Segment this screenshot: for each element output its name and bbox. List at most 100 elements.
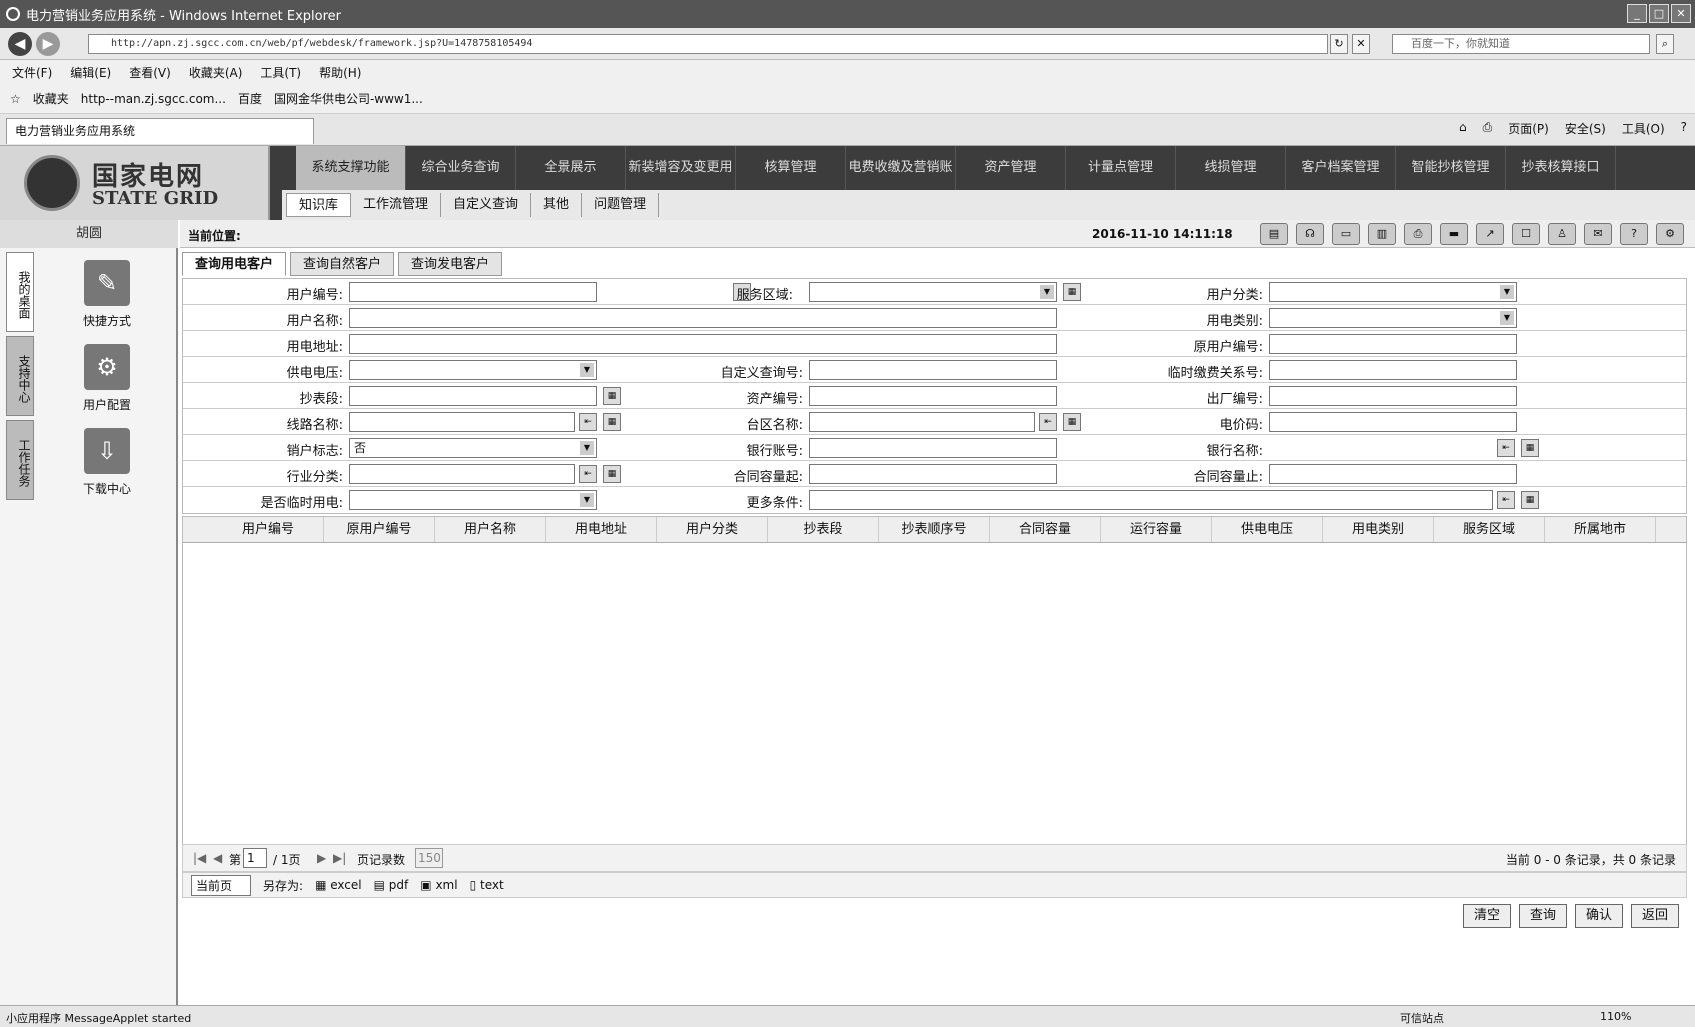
lookup-icon[interactable]: ▦: [603, 387, 621, 405]
zoom-level[interactable]: 110%: [1600, 1010, 1631, 1023]
meter-section-input[interactable]: [349, 386, 597, 406]
clear-icon[interactable]: ⇤: [579, 465, 597, 483]
topnav-item[interactable]: 抄表核算接口: [1506, 146, 1616, 190]
print-icon[interactable]: ⎙: [1483, 120, 1493, 137]
station-name-input[interactable]: [809, 412, 1035, 432]
clear-button[interactable]: 清空: [1463, 904, 1511, 928]
page-input[interactable]: 1: [243, 848, 267, 868]
topnav-item[interactable]: 电费收缴及营销账: [846, 146, 956, 190]
tool-icon[interactable]: ☐: [1512, 223, 1540, 245]
last-page-icon[interactable]: ▶|: [333, 851, 346, 865]
lookup-icon[interactable]: ▦: [1521, 439, 1539, 457]
lookup-icon[interactable]: ▦: [603, 465, 621, 483]
col-header[interactable]: 用户编号: [213, 517, 324, 542]
topnav-item[interactable]: 线损管理: [1176, 146, 1286, 190]
browser-tab[interactable]: 电力营销业务应用系统: [6, 118, 314, 144]
vtab-support[interactable]: 支持中心: [6, 336, 34, 416]
subnav-item[interactable]: 其他: [531, 193, 583, 217]
favorite-item[interactable]: 国网金华供电公司-www1...: [274, 90, 423, 107]
col-header[interactable]: 运行容量: [1101, 517, 1212, 542]
menu-edit[interactable]: 编辑(E): [70, 64, 111, 81]
topnav-item[interactable]: 资产管理: [956, 146, 1066, 190]
col-header[interactable]: 原用户编号: [324, 517, 435, 542]
menu-help[interactable]: 帮助(H): [319, 64, 361, 81]
search-icon[interactable]: ⌕: [1656, 34, 1674, 54]
vtab-tasks[interactable]: 工作任务: [6, 420, 34, 500]
address-input[interactable]: http://apn.zj.sgcc.com.cn/web/pf/webdesk…: [88, 34, 1328, 54]
shortcut-download[interactable]: ⇩ 下载中心: [62, 428, 152, 497]
tool-icon[interactable]: ✉: [1584, 223, 1612, 245]
tab-query-elec-customer[interactable]: 查询用电客户: [182, 252, 287, 276]
subnav-item[interactable]: 问题管理: [582, 193, 660, 217]
topnav-item[interactable]: 全景展示: [516, 146, 626, 190]
tool-icon[interactable]: ?: [1620, 223, 1648, 245]
safety-menu[interactable]: 安全(S): [1565, 120, 1606, 137]
subnav-item[interactable]: 自定义查询: [441, 193, 532, 217]
user-class-select[interactable]: [1269, 282, 1517, 302]
clear-icon[interactable]: ⇤: [1039, 413, 1057, 431]
export-text[interactable]: ▯ text: [470, 878, 504, 892]
home-icon[interactable]: ⌂: [1459, 120, 1467, 137]
rows-input[interactable]: 150: [415, 848, 443, 868]
tool-icon[interactable]: ▥: [1368, 223, 1396, 245]
search-input[interactable]: 百度一下，你就知道: [1392, 34, 1650, 54]
lookup-icon[interactable]: ▦: [1063, 283, 1081, 301]
favorite-item[interactable]: http--man.zj.sgcc.com...: [81, 92, 226, 106]
elec-type-select[interactable]: [1269, 308, 1517, 328]
topnav-item[interactable]: 核算管理: [736, 146, 846, 190]
next-page-icon[interactable]: ▶: [317, 851, 326, 865]
tab-query-gen-customer[interactable]: 查询发电客户: [398, 252, 503, 276]
col-header[interactable]: 用电地址: [546, 517, 657, 542]
confirm-button[interactable]: 确认: [1575, 904, 1623, 928]
col-header[interactable]: 合同容量: [990, 517, 1101, 542]
user-no-input[interactable]: [349, 282, 597, 302]
factory-no-input[interactable]: [1269, 386, 1517, 406]
is-temp-select[interactable]: [349, 490, 597, 510]
orig-user-no-input[interactable]: [1269, 334, 1517, 354]
clear-icon[interactable]: ⇤: [579, 413, 597, 431]
minimize-button[interactable]: _: [1627, 4, 1647, 23]
col-header[interactable]: 所属地市: [1545, 517, 1656, 542]
line-name-input[interactable]: [349, 412, 575, 432]
tool-icon[interactable]: ♙: [1548, 223, 1576, 245]
stop-icon[interactable]: ✕: [1352, 34, 1370, 54]
menu-favorites[interactable]: 收藏夹(A): [189, 64, 243, 81]
clear-icon[interactable]: ⇤: [1497, 439, 1515, 457]
topnav-item[interactable]: 计量点管理: [1066, 146, 1176, 190]
menu-view[interactable]: 查看(V): [129, 64, 171, 81]
tab-query-natural-customer[interactable]: 查询自然客户: [290, 252, 395, 276]
tool-icon[interactable]: ↗: [1476, 223, 1504, 245]
return-button[interactable]: 返回: [1631, 904, 1679, 928]
lookup-icon[interactable]: ▦: [603, 413, 621, 431]
tool-icon[interactable]: ⎙: [1404, 223, 1432, 245]
asset-no-input[interactable]: [809, 386, 1057, 406]
tool-icon[interactable]: ☊: [1296, 223, 1324, 245]
contract-cap-from-input[interactable]: [809, 464, 1057, 484]
prev-page-icon[interactable]: ◀: [213, 851, 222, 865]
export-scope-select[interactable]: 当前页: [191, 874, 252, 896]
temp-fee-rel-input[interactable]: [1269, 360, 1517, 380]
topnav-item[interactable]: 智能抄核管理: [1396, 146, 1506, 190]
shortcut-user-config[interactable]: ⚙ 用户配置: [62, 344, 152, 413]
subnav-item[interactable]: 知识库: [286, 193, 352, 217]
tool-icon[interactable]: ▤: [1260, 223, 1288, 245]
tool-icon[interactable]: ▬: [1440, 223, 1468, 245]
close-button[interactable]: ✕: [1671, 4, 1691, 23]
maximize-button[interactable]: □: [1649, 4, 1669, 23]
industry-input[interactable]: [349, 464, 575, 484]
subnav-item[interactable]: 工作流管理: [351, 193, 442, 217]
shortcut-quick[interactable]: ✎ 快捷方式: [62, 260, 152, 329]
custom-query-no-input[interactable]: [809, 360, 1057, 380]
topnav-item[interactable]: 客户档案管理: [1286, 146, 1396, 190]
price-code-input[interactable]: [1269, 412, 1517, 432]
back-icon[interactable]: ◀: [8, 32, 32, 56]
forward-icon[interactable]: ▶: [36, 32, 60, 56]
vtab-desktop[interactable]: 我的桌面: [6, 252, 34, 332]
col-header[interactable]: 抄表顺序号: [879, 517, 990, 542]
export-pdf[interactable]: ▤ pdf: [374, 878, 409, 892]
tool-icon[interactable]: ▭: [1332, 223, 1360, 245]
refresh-icon[interactable]: ↻: [1330, 34, 1348, 54]
help-icon[interactable]: ?: [1681, 120, 1687, 137]
service-area-select[interactable]: [809, 282, 1057, 302]
clear-icon[interactable]: ⇤: [1497, 491, 1515, 509]
